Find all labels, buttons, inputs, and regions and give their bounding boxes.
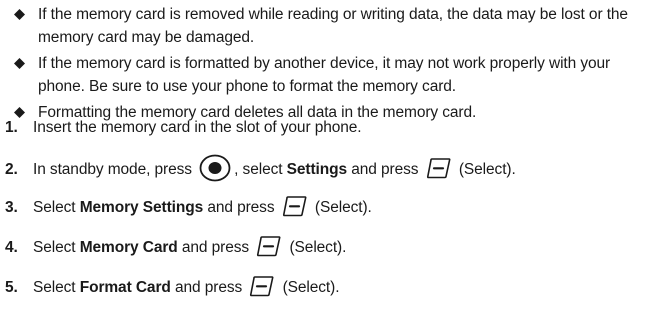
step-number: 1.	[5, 119, 18, 136]
left-soft-key-icon	[256, 235, 282, 257]
step-text: (Select).	[458, 161, 516, 179]
step-text: and press	[174, 279, 243, 296]
menu-name: Settings	[286, 161, 348, 179]
step-text: (Select).	[282, 279, 340, 296]
step-text: and press	[351, 161, 419, 179]
step-2: 2. In standby mode, press , select Settin…	[5, 154, 661, 196]
diamond-icon	[14, 58, 25, 69]
caution-text: If the memory card is formatted by anoth…	[38, 55, 611, 95]
step-text: Insert the memory card in the slot of yo…	[33, 119, 362, 136]
step-text: (Select).	[289, 239, 347, 256]
step-1: 1. Insert the memory card in the slot of …	[5, 116, 661, 156]
caution-item: If the memory card is formatted by anoth…	[13, 52, 661, 98]
diamond-icon	[14, 9, 25, 20]
nav-center-key-icon	[199, 154, 231, 182]
step-text: Select	[33, 279, 76, 296]
step-text: , select	[234, 161, 283, 179]
step-number: 2.	[5, 161, 18, 179]
left-soft-key-icon	[282, 195, 308, 217]
step-4: 4. Select Memory Card and press (Select).	[5, 236, 661, 276]
caution-item: If the memory card is removed while read…	[13, 3, 661, 49]
step-number: 5.	[5, 279, 18, 296]
left-soft-key-icon	[426, 157, 452, 179]
step-number: 4.	[5, 239, 18, 256]
caution-text: If the memory card is removed while read…	[38, 6, 628, 46]
step-text: and press	[207, 199, 275, 216]
step-3: 3. Select Memory Settings and press (Sele…	[5, 196, 661, 236]
menu-name: Format Card	[79, 279, 171, 296]
step-5: 5. Select Format Card and press (Select).	[5, 276, 661, 316]
menu-name: Memory Card	[79, 239, 178, 256]
manual-page: If the memory card is removed while read…	[0, 0, 663, 322]
step-number: 3.	[5, 199, 18, 216]
instruction-steps: 1. Insert the memory card in the slot of …	[5, 116, 661, 316]
step-text: (Select).	[314, 199, 372, 216]
caution-list: If the memory card is removed while read…	[13, 3, 661, 127]
step-text: and press	[181, 239, 250, 256]
step-text: Select	[33, 199, 76, 216]
step-text: Select	[33, 239, 76, 256]
step-text: In standby mode, press	[33, 161, 192, 179]
left-soft-key-icon	[249, 275, 275, 297]
menu-name: Memory Settings	[79, 199, 204, 216]
